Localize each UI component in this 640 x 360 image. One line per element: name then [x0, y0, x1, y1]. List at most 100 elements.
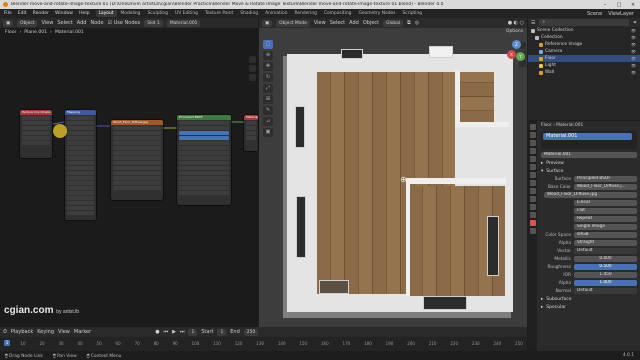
alpha-field[interactable]: 1.000	[574, 279, 637, 287]
subsurface-section[interactable]: ▸ Subsurface	[538, 295, 640, 303]
normal-link[interactable]: Default	[574, 287, 637, 295]
menu-file[interactable]: File	[4, 11, 12, 16]
sidebar-tab[interactable]	[249, 74, 256, 81]
modifier-tab-icon[interactable]	[529, 180, 536, 186]
tab-rendering[interactable]: Rendering	[291, 10, 319, 17]
material-slot-item[interactable]: Material.001	[543, 133, 632, 140]
outliner-search-input[interactable]: ⌕	[539, 19, 629, 26]
timeline[interactable]: ⏱ Playback Keying View Marker ● ⏮ ▶ ⏭ 1 …	[0, 327, 527, 351]
menu-render[interactable]: Render	[33, 11, 49, 16]
timeline-ruler[interactable]: 0102030405060708090100110120130140150160…	[0, 337, 527, 349]
measure-tool-icon[interactable]: ⊿	[263, 117, 273, 126]
projection-dropdown[interactable]: Flat	[574, 207, 637, 215]
filter-icon[interactable]: ⏷	[633, 20, 637, 26]
menu-help[interactable]: Help	[79, 11, 89, 16]
metallic-field[interactable]: 0.000	[574, 255, 637, 263]
visibility-eye-icon[interactable]: 👁	[631, 56, 636, 61]
tab-uv-editing[interactable]: UV Editing	[172, 10, 201, 17]
interpolation-dropdown[interactable]: Linear	[574, 199, 637, 207]
visibility-eye-icon[interactable]: 👁	[631, 49, 636, 54]
annotate-tool-icon[interactable]: ✎	[263, 106, 273, 115]
outliner-editor-icon[interactable]: ☰	[531, 20, 535, 26]
proportional-edit-icon[interactable]: ◎	[415, 20, 419, 26]
visibility-eye-icon[interactable]: 👁	[631, 28, 636, 33]
constraints-tab-icon[interactable]	[529, 204, 536, 210]
gizmo-y-icon[interactable]: Y	[516, 52, 525, 61]
outliner-item[interactable]: Floor 👁	[528, 55, 640, 62]
move-tool-icon[interactable]: ✥	[263, 62, 273, 71]
properties-editor[interactable]: Floor › Material.001 Material.001 Materi…	[528, 121, 640, 351]
material-slot-list[interactable]: Material.001	[541, 131, 637, 149]
mapping-node[interactable]: Mapping	[65, 110, 96, 220]
editor-type-button[interactable]: ▣	[262, 19, 273, 27]
gizmo-z-icon[interactable]: Z	[512, 40, 521, 49]
jump-start-icon[interactable]: ⏮	[164, 329, 169, 335]
tab-sculpting[interactable]: Sculpting	[144, 10, 171, 17]
scene-tab-icon[interactable]	[529, 156, 536, 162]
visibility-eye-icon[interactable]: 👁	[631, 35, 636, 40]
select-box-icon[interactable]: ⬚	[263, 40, 273, 49]
record-icon[interactable]: ●	[155, 329, 159, 335]
base-color-link[interactable]: Wood_Floor_Diffuse.j...	[574, 183, 637, 191]
material-output-node[interactable]: Material Output	[244, 115, 258, 151]
image-file-field[interactable]: Wood_Floor_Diffuse.jpg	[544, 191, 637, 199]
color-space-dropdown[interactable]: sRGB	[574, 231, 637, 239]
tab-shading[interactable]: Shading	[237, 10, 261, 17]
close-button[interactable]: ×	[626, 2, 640, 8]
outliner-item[interactable]: Light 👁	[528, 62, 640, 69]
transform-orientation-dropdown[interactable]: Global	[383, 19, 404, 27]
outliner-item[interactable]: Wall 👁	[528, 69, 640, 76]
outliner-item[interactable]: Reference Image 👁	[528, 41, 640, 48]
principled-bsdf-node[interactable]: Principled BSDF	[177, 115, 231, 205]
visibility-eye-icon[interactable]: 👁	[631, 70, 636, 75]
rotate-tool-icon[interactable]: ↻	[263, 73, 273, 82]
tab-layout[interactable]: Layout	[95, 10, 117, 17]
tool-tab-icon[interactable]	[529, 124, 536, 130]
view-layer-tab-icon[interactable]	[529, 148, 536, 154]
object-tab-icon[interactable]	[529, 172, 536, 178]
view-menu[interactable]: View	[58, 329, 70, 335]
extension-dropdown[interactable]: Repeat	[574, 215, 637, 223]
tab-scripting[interactable]: Scripting	[399, 10, 425, 17]
shading-mode-icon[interactable]: ● ◐ ○	[508, 20, 524, 26]
outliner-item[interactable]: Scene Collection 👁	[528, 27, 640, 34]
render-tab-icon[interactable]	[529, 132, 536, 138]
vector-link[interactable]: Default	[574, 247, 637, 255]
end-frame-field[interactable]: 250	[243, 328, 259, 336]
preview-section[interactable]: ▸ Preview	[538, 159, 640, 167]
outliner-item[interactable]: Collection 👁	[528, 34, 640, 41]
tab-geometry-nodes[interactable]: Geometry Nodes	[355, 10, 398, 17]
roughness-field[interactable]: 0.500	[574, 263, 637, 271]
view-menu[interactable]: View	[314, 20, 326, 26]
marker-menu[interactable]: Marker	[74, 329, 91, 335]
source-dropdown[interactable]: Single Image	[574, 223, 637, 231]
select-menu[interactable]: Select	[330, 20, 345, 26]
gizmo-x-icon[interactable]: X	[507, 50, 516, 59]
particles-tab-icon[interactable]	[529, 188, 536, 194]
jump-end-icon[interactable]: ⏭	[180, 329, 185, 335]
snap-icon[interactable]: ⧉	[407, 20, 411, 26]
alpha-mode-dropdown[interactable]: Straight	[574, 239, 637, 247]
mode-dropdown[interactable]: Object Mode	[276, 19, 310, 27]
menu-window[interactable]: Window	[55, 11, 73, 16]
options-dropdown[interactable]: Options	[506, 29, 523, 34]
image-texture-node[interactable]: Wood_Floor_Diffuse.jpg	[111, 120, 163, 200]
texture-coordinate-node[interactable]: Texture Coordinate	[20, 110, 52, 158]
tab-animation[interactable]: Animation	[262, 10, 290, 17]
maximize-button[interactable]: □	[612, 2, 626, 8]
add-menu[interactable]: Add	[349, 20, 359, 26]
material-tab-icon[interactable]	[529, 220, 536, 226]
outliner[interactable]: ☰ ⌕ ⏷ Scene Collection 👁 Collection 👁 Refere…	[528, 18, 640, 120]
object-menu[interactable]: Object	[363, 20, 379, 26]
visibility-eye-icon[interactable]: 👁	[631, 42, 636, 47]
outliner-item[interactable]: Camera 👁	[528, 48, 640, 55]
navigation-gizmo[interactable]: Z X Y	[507, 40, 525, 80]
tab-texture-paint[interactable]: Texture Paint	[202, 10, 236, 17]
surface-dropdown[interactable]: Principled BSDF	[574, 175, 637, 183]
play-icon[interactable]: ▶	[172, 329, 176, 335]
texture-tab-icon[interactable]	[529, 228, 536, 234]
sidebar-tab[interactable]	[249, 65, 256, 72]
shader-node-editor[interactable]: ▣ Object View Select Add Node ☑ Use Node…	[0, 18, 258, 336]
sidebar-tab[interactable]	[249, 56, 256, 63]
cursor-tool-icon[interactable]: ⊕	[263, 51, 273, 60]
